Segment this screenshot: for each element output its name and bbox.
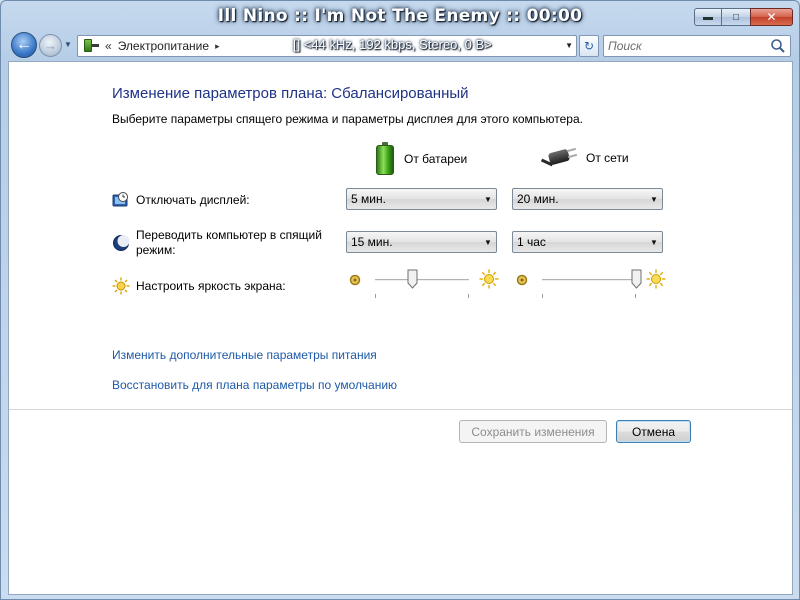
display-off-battery-value: 5 мин. — [351, 192, 386, 206]
dim-sun-icon — [349, 274, 361, 286]
restore-defaults-link[interactable]: Восстановить для плана параметры по умол… — [112, 378, 397, 392]
monitor-clock-icon — [112, 192, 128, 207]
page-subtitle: Выберите параметры спящего режима и пара… — [112, 112, 583, 126]
battery-column-label: От батареи — [404, 152, 468, 166]
sleep-battery-value: 15 мин. — [351, 235, 393, 249]
close-button[interactable]: ✕ — [750, 8, 793, 26]
back-arrow-icon: ← — [16, 36, 32, 53]
search-box[interactable] — [603, 35, 791, 57]
refresh-icon: ↻ — [583, 39, 595, 53]
window-controls: ▬ □ ✕ — [694, 8, 793, 26]
display-off-ac-value: 20 мин. — [517, 192, 559, 206]
sleep-ac-select[interactable]: 1 час ▼ — [512, 231, 663, 253]
battery-icon — [375, 142, 395, 176]
page-title: Изменение параметров плана: Сбалансирова… — [112, 85, 469, 102]
window: Ill Nino :: I'm Not The Enemy :: 00:00 ▬… — [0, 0, 800, 600]
address-bar[interactable]: « Электропитание ▸ [] <44 kHz, 192 kbps,… — [77, 35, 577, 57]
sleep-moon-icon — [113, 235, 130, 251]
slider-tick — [635, 294, 636, 298]
recent-pages-dropdown[interactable]: ▼ — [64, 40, 74, 50]
main-content: Изменение параметров плана: Сбалансирова… — [8, 61, 793, 595]
address-dropdown-icon[interactable]: ▼ — [565, 41, 573, 50]
slider-track — [542, 279, 636, 281]
breadcrumb-chevron-icon[interactable]: ▸ — [215, 41, 220, 52]
sleep-battery-select[interactable]: 15 мин. ▼ — [346, 231, 497, 253]
sleep-label-line1: Переводить компьютер в спящий — [136, 228, 322, 242]
slider-track — [375, 279, 469, 281]
sleep-label: Переводить компьютер в спящий режим: — [136, 228, 322, 258]
dropdown-arrow-icon: ▼ — [650, 237, 658, 247]
dropdown-arrow-icon: ▼ — [484, 237, 492, 247]
display-off-label: Отключать дисплей: — [136, 193, 250, 207]
slider-tick — [468, 294, 469, 298]
title-bar[interactable]: Ill Nino :: I'm Not The Enemy :: 00:00 ▬… — [1, 1, 799, 33]
power-options-icon — [81, 37, 101, 55]
brightness-battery-slider[interactable] — [349, 269, 501, 305]
refresh-button[interactable]: ↻ — [579, 35, 599, 57]
search-input[interactable] — [608, 38, 768, 54]
bright-sun-icon — [646, 269, 666, 289]
display-off-ac-select[interactable]: 20 мин. ▼ — [512, 188, 663, 210]
search-icon[interactable] — [770, 38, 786, 54]
slider-tick — [375, 294, 376, 298]
dim-sun-icon — [516, 274, 528, 286]
power-plug-icon — [540, 147, 578, 169]
divider — [9, 409, 792, 410]
slider-tick — [542, 294, 543, 298]
battery-column-header: От батареи — [375, 142, 467, 176]
media-overlay-text: [] <44 kHz, 192 kbps, Stereo, 0 B> — [293, 37, 492, 52]
forward-button[interactable]: → — [39, 34, 62, 57]
ac-column-header: От сети — [540, 147, 629, 169]
forward-arrow-icon: → — [44, 38, 57, 53]
brightness-label: Настроить яркость экрана: — [136, 279, 286, 293]
navigation-bar: ← → ▼ « Электропитание ▸ [] <44 kHz, 192… — [1, 31, 799, 59]
minimize-button[interactable]: ▬ — [694, 8, 721, 26]
dropdown-arrow-icon: ▼ — [484, 194, 492, 204]
advanced-power-settings-link[interactable]: Изменить дополнительные параметры питани… — [112, 348, 377, 362]
back-button[interactable]: ← — [11, 32, 37, 58]
display-off-battery-select[interactable]: 5 мин. ▼ — [346, 188, 497, 210]
dropdown-arrow-icon: ▼ — [650, 194, 658, 204]
slider-thumb[interactable] — [407, 269, 418, 289]
breadcrumb-power-options[interactable]: Электропитание — [118, 39, 209, 53]
breadcrumb-overflow[interactable]: « — [105, 39, 112, 53]
save-changes-button[interactable]: Сохранить изменения — [459, 420, 607, 443]
brightness-ac-slider[interactable] — [516, 269, 668, 305]
maximize-button[interactable]: □ — [721, 8, 750, 26]
window-title: Ill Nino :: I'm Not The Enemy :: 00:00 — [217, 6, 583, 26]
bright-sun-icon — [479, 269, 499, 289]
cancel-button[interactable]: Отмена — [616, 420, 691, 443]
ac-column-label: От сети — [586, 151, 629, 165]
sleep-ac-value: 1 час — [517, 235, 546, 249]
slider-thumb[interactable] — [631, 269, 642, 289]
brightness-sun-icon — [112, 277, 130, 295]
sleep-label-line2: режим: — [136, 243, 176, 257]
